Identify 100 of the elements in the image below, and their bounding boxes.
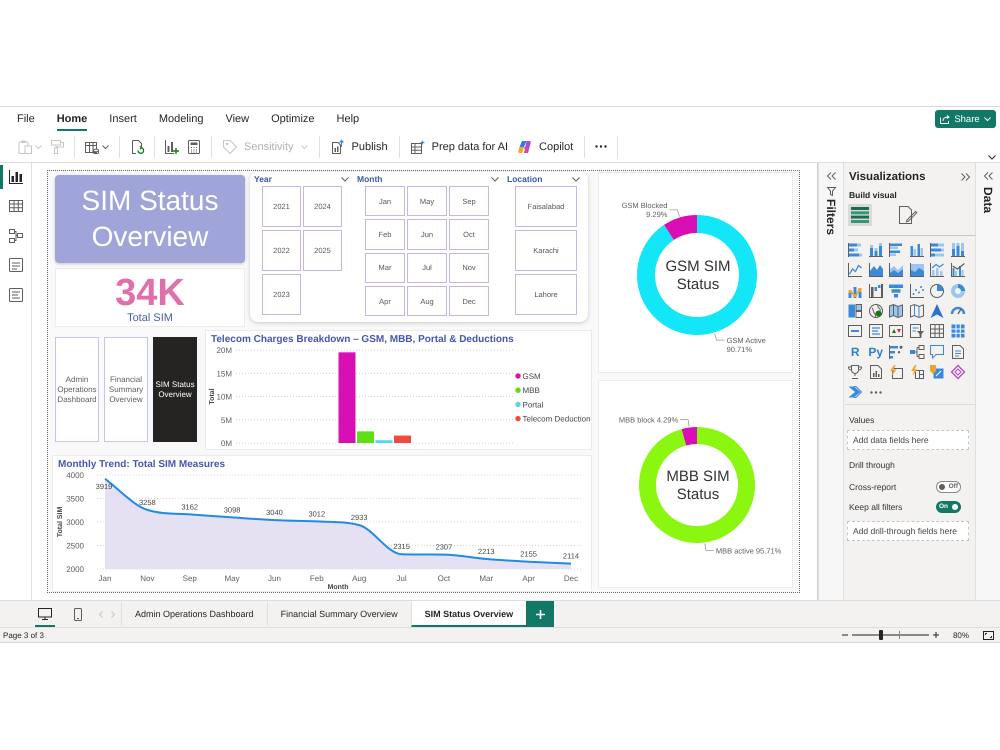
menu-tab[interactable]: Help — [336, 107, 360, 131]
double-chevron-right-icon[interactable] — [961, 172, 970, 180]
visual-type-glyph[interactable]: Py — [868, 344, 884, 359]
pane-title[interactable]: Filters — [824, 199, 838, 236]
drop-field[interactable]: Add data fields here — [847, 430, 969, 450]
map-icon[interactable] — [910, 304, 924, 318]
zoom-level[interactable]: 80% — [952, 630, 969, 640]
navigation-arrow-icon[interactable] — [930, 304, 944, 318]
menu-tab[interactable]: Modeling — [158, 107, 204, 131]
combo-chart-icon[interactable] — [950, 263, 965, 278]
leader-line — [704, 543, 714, 551]
diamond-icon[interactable] — [950, 364, 965, 379]
lightning-icon[interactable] — [889, 364, 904, 379]
area-chart-icon[interactable] — [868, 263, 883, 278]
add-page-button[interactable] — [526, 601, 554, 627]
globe-icon[interactable] — [868, 304, 883, 318]
axis-tick-label: 4000 — [66, 471, 84, 480]
pane-mode-tab[interactable] — [848, 204, 872, 226]
page-nav-button[interactable]: Financial Summary Overview — [104, 337, 148, 442]
menu-tab[interactable]: Home — [56, 107, 88, 131]
menu-tab[interactable]: Optimize — [271, 107, 315, 131]
legend-label: Portal — [522, 400, 544, 410]
treemap-icon[interactable] — [848, 304, 862, 318]
chevron-down-icon[interactable] — [572, 176, 580, 182]
page-tab[interactable]: SIM Status Overview — [410, 601, 526, 627]
caret-icon — [102, 144, 109, 148]
fit-to-page-icon[interactable] — [983, 630, 994, 640]
trophy-icon[interactable] — [848, 364, 862, 379]
slicer-icon[interactable] — [910, 324, 924, 338]
page-nav-button[interactable]: Admin Operations Dashboard — [55, 337, 99, 442]
chevron-down-icon[interactable] — [491, 176, 499, 182]
stacked-bar-chart-icon[interactable] — [848, 243, 862, 258]
axis-tick-label: Jan — [98, 574, 112, 583]
tree-icon[interactable] — [910, 344, 924, 359]
key-influencers-icon[interactable] — [889, 344, 904, 359]
chart-title: Telecom Charges Breakdown – GSM, MBB, Portal & Deductions — [210, 333, 515, 346]
column-chart-icon[interactable] — [950, 243, 965, 258]
calculator-icon — [187, 140, 201, 154]
menu-tab[interactable]: Insert — [109, 107, 137, 131]
axis-tick-label: Apr — [522, 574, 535, 583]
bar-chart-icon[interactable] — [889, 243, 904, 258]
menu-tab[interactable]: File — [17, 107, 35, 131]
page-nav-button[interactable]: SIM Status Overview — [153, 337, 197, 442]
column-chart-icon[interactable] — [910, 243, 924, 258]
axis-tick-label: 10M — [216, 392, 232, 402]
pane-subtitle: Build visual — [849, 189, 898, 201]
waterfall-chart-icon[interactable] — [868, 284, 883, 298]
chevron-down-icon[interactable] — [988, 155, 996, 160]
table-sparkle-icon — [410, 140, 425, 154]
chevron-icon[interactable] — [848, 385, 862, 400]
visual-type-glyph[interactable]: R — [850, 344, 860, 359]
area-chart-icon[interactable] — [910, 263, 924, 278]
document-icon[interactable] — [950, 344, 965, 359]
combo-chart-icon[interactable] — [930, 263, 944, 278]
pane-title[interactable]: Data — [981, 187, 995, 214]
leader-line — [669, 209, 680, 217]
stacked-column-chart-icon[interactable] — [868, 243, 883, 258]
share-icon — [940, 114, 950, 124]
plus-icon[interactable] — [932, 632, 939, 638]
toolbar-button[interactable]: Prep data for AI — [406, 134, 514, 158]
toolbar-button[interactable]: Publish — [326, 134, 393, 158]
line-chart-icon[interactable] — [848, 263, 862, 278]
slider-thumb[interactable] — [879, 630, 884, 640]
caret-icon — [300, 144, 308, 148]
scatter-chart-icon[interactable] — [910, 284, 924, 298]
drop-field[interactable]: Add drill-through fields here — [847, 521, 969, 542]
slicer-title: Year — [254, 174, 272, 184]
donut-chart-icon[interactable] — [950, 284, 965, 298]
document-icon — [8, 258, 22, 272]
menu-tab[interactable]: View — [225, 107, 250, 131]
lightning-icon[interactable] — [910, 364, 924, 379]
kpi-icon[interactable] — [889, 324, 904, 338]
card-icon[interactable] — [848, 324, 862, 338]
matrix-icon[interactable] — [950, 324, 965, 338]
funnel-icon[interactable] — [889, 284, 904, 298]
more-icon[interactable] — [870, 390, 882, 394]
axis-tick-label: Nov — [140, 574, 154, 583]
double-chevron-left-icon[interactable] — [984, 172, 992, 180]
axis-tick-label: Oct — [438, 574, 450, 583]
pane-mode-tab[interactable] — [896, 204, 920, 226]
minus-icon[interactable] — [842, 634, 848, 636]
table-icon — [85, 140, 99, 154]
report-icon[interactable] — [868, 364, 883, 379]
axis-tick-label: May — [224, 574, 240, 583]
list-card-icon[interactable] — [868, 324, 883, 338]
table-icon[interactable] — [930, 324, 944, 338]
pie-chart-icon[interactable] — [930, 284, 944, 298]
double-chevron-left-icon[interactable] — [826, 172, 836, 180]
map-icon[interactable] — [889, 304, 904, 318]
legend-label: GSM — [522, 372, 541, 381]
refresh-icon — [130, 140, 144, 154]
pin-tile-icon[interactable] — [930, 364, 944, 379]
area-chart-icon[interactable] — [889, 263, 904, 278]
share-button[interactable]: Share — [935, 110, 996, 128]
bar-chart-icon[interactable] — [930, 243, 944, 258]
chevron-down-icon[interactable] — [341, 176, 349, 182]
toolbar-button[interactable]: Copilot — [513, 134, 578, 158]
speech-bubble-icon[interactable] — [930, 344, 944, 359]
clipboard-icon — [18, 140, 32, 154]
legend-marker-icon — [515, 388, 521, 393]
